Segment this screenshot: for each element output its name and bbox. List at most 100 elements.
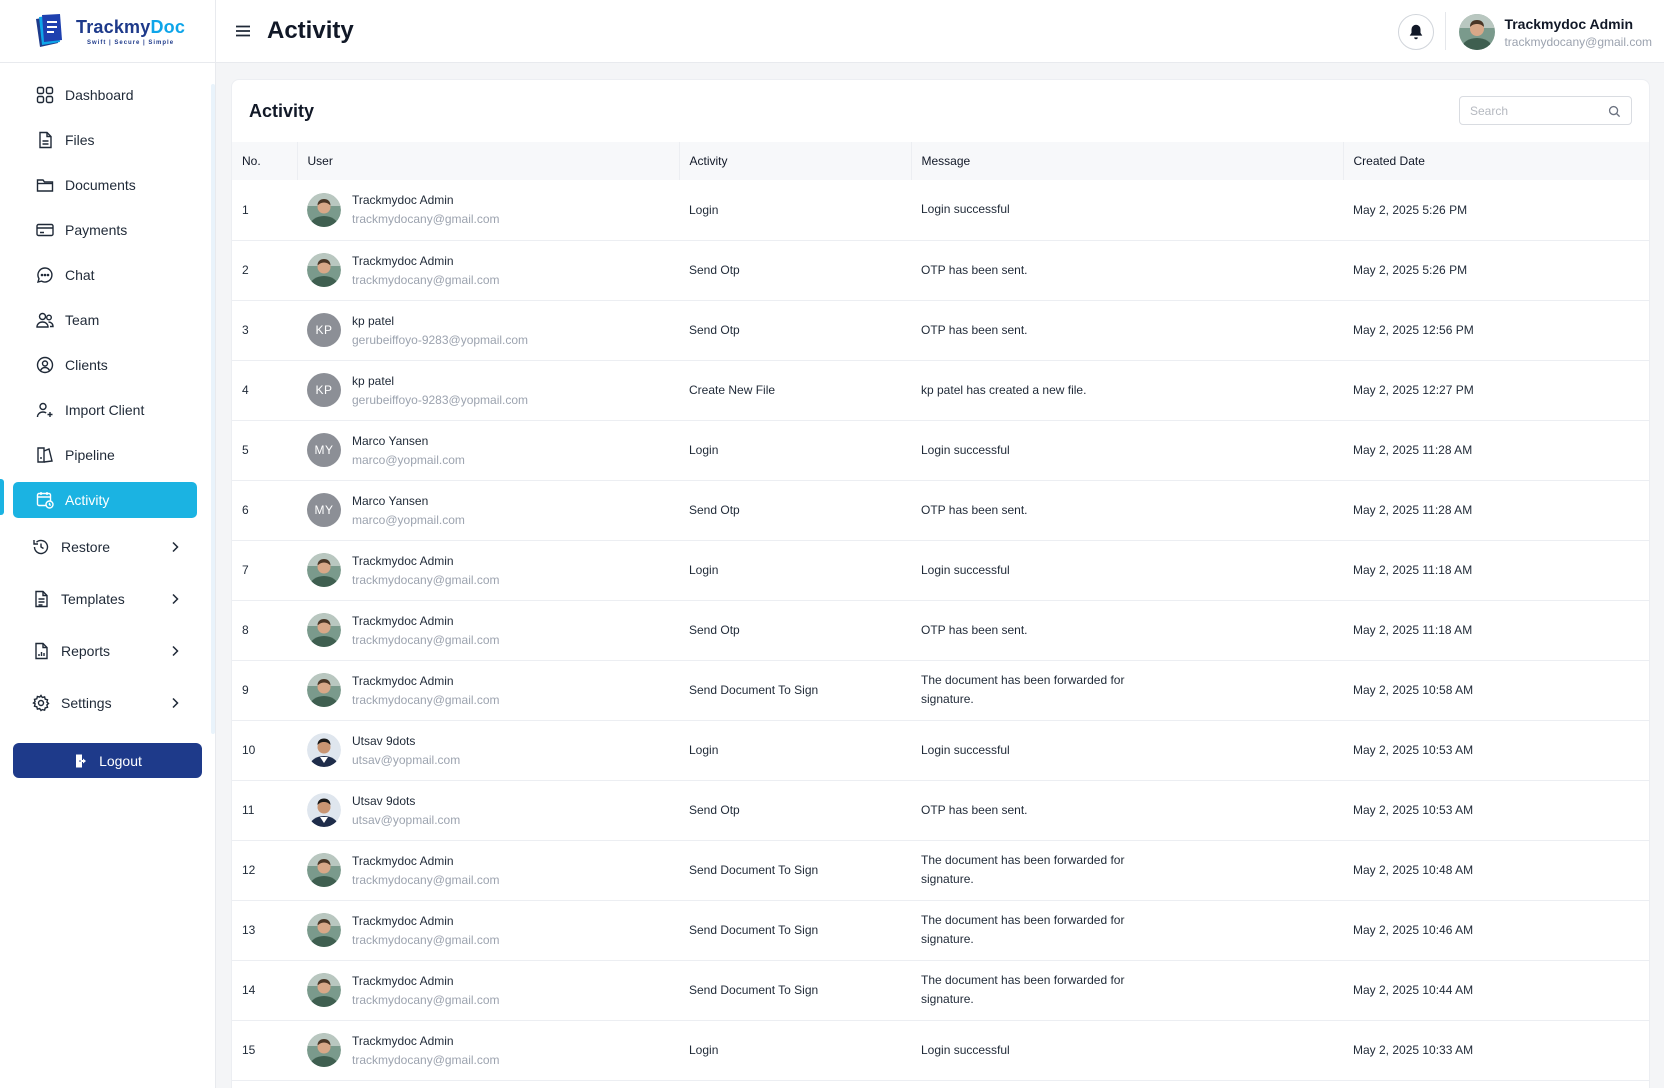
table-row[interactable]: 14 Trackmydoc Admin trackmydocany@gmail.… <box>232 960 1649 1020</box>
column-header-created-date[interactable]: Created Date <box>1343 142 1649 180</box>
cell-user: Trackmydoc Admin trackmydocany@gmail.com <box>297 960 679 1020</box>
sidebar-item-activity[interactable]: Activity <box>13 482 197 518</box>
table-row[interactable]: 6 MY Marco Yansen marco@yopmail.com Send… <box>232 480 1649 540</box>
user-email: trackmydocany@gmail.com <box>352 872 500 887</box>
search-box[interactable] <box>1459 96 1632 125</box>
cell-created-date: May 2, 2025 11:28 AM <box>1353 443 1473 457</box>
logout-button[interactable]: Logout <box>13 743 202 778</box>
cell-no: 1 <box>242 202 249 217</box>
cell-no: 4 <box>242 383 249 397</box>
sidebar-item-documents[interactable]: Documents <box>13 167 197 203</box>
sidebar-item-clients[interactable]: Clients <box>13 347 197 383</box>
avatar <box>307 673 341 707</box>
sidebar-group-restore[interactable]: Restore <box>13 527 197 567</box>
cell-activity: Login <box>689 443 719 457</box>
column-header-message[interactable]: Message <box>911 142 1344 180</box>
grid-icon <box>36 86 54 104</box>
sidebar-group-settings[interactable]: Settings <box>13 683 197 723</box>
user-name: Trackmydoc Admin <box>352 253 454 268</box>
cell-no: 7 <box>242 563 249 577</box>
cell-message: Login successful <box>911 1020 1343 1080</box>
cell-activity: Send Otp <box>689 323 740 337</box>
brand[interactable]: TrackmyDoc Swift | Secure | Simple <box>0 0 215 63</box>
table-row[interactable]: 11 Utsav 9dots utsav@yopmail.com Send Ot… <box>232 780 1649 840</box>
card-icon <box>36 223 54 237</box>
sidebar-item-label: Import Client <box>65 402 145 418</box>
cell-message: Login successful <box>911 180 1343 240</box>
sidebar-group-templates[interactable]: Templates <box>13 579 197 619</box>
user-email: marco@yopmail.com <box>352 512 465 527</box>
cell-no: 9 <box>242 683 249 697</box>
avatar <box>307 973 341 1007</box>
brand-logo-icon <box>32 13 66 49</box>
avatar <box>307 613 341 647</box>
table-row[interactable]: 4 KP kp patel gerubeiffoyo-9283@yopmail.… <box>232 360 1649 420</box>
cell-activity: Login <box>689 202 719 217</box>
sidebar-scrollbar[interactable] <box>211 84 215 734</box>
table-header-row: No. User Activity Message Created Date <box>232 142 1649 180</box>
sidebar-item-chat[interactable]: Chat <box>13 257 197 293</box>
message-text: Login successful <box>921 562 1010 577</box>
avatar-initials: MY <box>307 433 341 467</box>
brand-tagline: Swift | Secure | Simple <box>87 39 175 46</box>
sidebar-item-import-client[interactable]: Import Client <box>13 392 197 428</box>
avatar <box>307 1033 341 1067</box>
table-row[interactable]: 10 Utsav 9dots utsav@yopmail.com Login L… <box>232 720 1649 780</box>
history-icon <box>33 539 49 555</box>
cell-created-date: May 2, 2025 5:26 PM <box>1353 263 1468 277</box>
user-profile[interactable]: Trackmydoc Admin trackmydocany@gmail.com <box>1459 14 1652 50</box>
table-row[interactable]: 8 Trackmydoc Admin trackmydocany@gmail.c… <box>232 600 1649 660</box>
sidebar-item-team[interactable]: Team <box>13 302 197 338</box>
table-row[interactable]: 1 Trackmydoc Admin trackmydocany@gmail.c… <box>232 180 1649 240</box>
search-icon[interactable] <box>1608 105 1621 118</box>
sidebar-group-reports[interactable]: Reports <box>13 631 197 671</box>
table-row[interactable]: 12 Trackmydoc Admin trackmydocany@gmail.… <box>232 840 1649 900</box>
message-text: kp patel has created a new file. <box>921 382 1087 397</box>
hamburger-menu-icon[interactable] <box>233 21 253 41</box>
activity-card: Activity No. User Activity Message Creat… <box>231 79 1650 1088</box>
card-title: Activity <box>249 100 315 121</box>
search-input[interactable] <box>1470 103 1600 118</box>
sidebar-item-dashboard[interactable]: Dashboard <box>13 77 197 113</box>
table-row[interactable]: 15 Trackmydoc Admin trackmydocany@gmail.… <box>232 1020 1649 1080</box>
sidebar-group-label: Templates <box>61 591 125 607</box>
card-header: Activity <box>232 80 1649 142</box>
column-header-activity[interactable]: Activity <box>679 142 912 180</box>
table-row[interactable]: 3 KP kp patel gerubeiffoyo-9283@yopmail.… <box>232 300 1649 360</box>
cell-message: OTP has been sent. <box>911 780 1343 840</box>
cell-message: Login successful <box>911 420 1343 480</box>
user-email: gerubeiffoyo-9283@yopmail.com <box>352 392 529 407</box>
table-row[interactable]: 13 Trackmydoc Admin trackmydocany@gmail.… <box>232 900 1649 960</box>
column-header-user[interactable]: User <box>297 142 680 180</box>
chevron-right-icon <box>172 645 179 657</box>
sidebar-group-label: Restore <box>61 539 111 555</box>
cell-created-date: May 2, 2025 10:53 AM <box>1353 803 1474 817</box>
sidebar-item-files[interactable]: Files <box>13 122 197 158</box>
cell-user: Trackmydoc Admin trackmydocany@gmail.com <box>297 660 679 720</box>
cell-user: Trackmydoc Admin trackmydocany@gmail.com <box>297 240 679 300</box>
chevron-right-icon <box>172 541 179 553</box>
table-row[interactable]: 2 Trackmydoc Admin trackmydocany@gmail.c… <box>232 240 1649 300</box>
cell-activity: Send Otp <box>689 503 740 517</box>
message-text: The document has been forwarded for sign… <box>921 673 1125 706</box>
table-row[interactable]: 9 Trackmydoc Admin trackmydocany@gmail.c… <box>232 660 1649 720</box>
sidebar-item-label: Clients <box>65 357 108 373</box>
cell-no: 12 <box>242 863 256 877</box>
sidebar-item-payments[interactable]: Payments <box>13 212 197 248</box>
top-header: Activity Trackmydoc Admin trackmydocany@… <box>216 0 1664 63</box>
user-name: Marco Yansen <box>352 493 429 508</box>
avatar <box>307 192 341 227</box>
file-icon <box>39 131 52 149</box>
notification-button[interactable] <box>1398 14 1434 50</box>
user-name: Trackmydoc Admin <box>352 853 454 868</box>
sidebar-item-pipeline[interactable]: Pipeline <box>13 437 197 473</box>
user-name: Utsav 9dots <box>352 733 416 748</box>
cell-user: Trackmydoc Admin trackmydocany@gmail.com <box>297 180 679 240</box>
table-row[interactable]: 5 MY Marco Yansen marco@yopmail.com Logi… <box>232 420 1649 480</box>
cell-user: Trackmydoc Admin trackmydocany@gmail.com <box>297 900 679 960</box>
user-name: Trackmydoc Admin <box>352 673 454 688</box>
activity-table: No. User Activity Message Created Date 1… <box>232 142 1649 1081</box>
table-row[interactable]: 7 Trackmydoc Admin trackmydocany@gmail.c… <box>232 540 1649 600</box>
column-header-no[interactable]: No. <box>232 142 298 180</box>
cell-activity: Send Document To Sign <box>689 983 819 997</box>
